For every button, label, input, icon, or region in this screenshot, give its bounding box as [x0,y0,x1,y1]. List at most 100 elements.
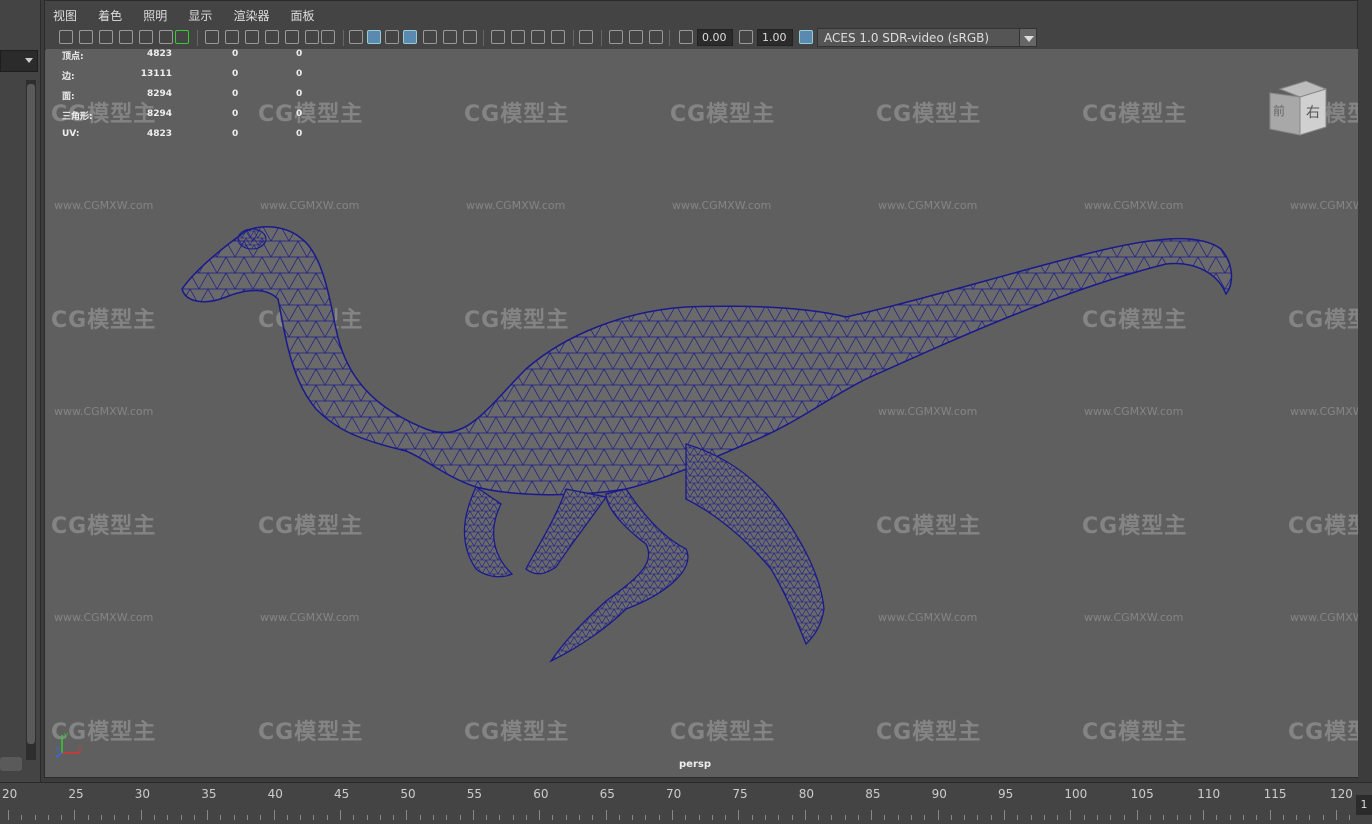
wireframe-icon[interactable] [349,30,363,44]
menu-view[interactable]: 视图 [45,1,85,24]
timeline-tick-label: 115 [1263,787,1287,801]
timeline-tick [1096,815,1098,820]
timeline-tick [393,815,395,820]
gamma-icon[interactable] [739,30,753,44]
viewcube-right-label[interactable]: 右 [1306,105,1320,121]
film-gate-icon[interactable] [225,30,239,44]
camera-attributes-icon[interactable] [79,30,93,44]
timeline-tick-label: 105 [1130,787,1154,801]
timeline-tick [379,815,381,820]
timeline-tick [167,815,169,820]
separator [601,30,602,46]
timeline-tick [1203,810,1205,820]
depth-of-field-icon[interactable] [551,30,565,44]
timeline-tick [738,810,740,820]
exposure-field[interactable]: 0.00 [697,29,733,46]
timeline-tick-label: 100 [1064,787,1088,801]
gamma-field[interactable]: 1.00 [757,29,793,46]
safe-title-icon[interactable] [321,30,335,44]
timeline-tick [34,815,36,820]
timeline-tick [857,815,859,820]
chevron-down-icon[interactable] [1019,28,1037,47]
grease-pencil-icon[interactable] [159,30,173,44]
wireframe-on-shaded-icon[interactable] [403,30,417,44]
timeline-tick [658,815,660,820]
timeline-tick [74,810,76,820]
timeline-tick [1229,815,1231,820]
xray-icon[interactable] [609,30,623,44]
bookmark-icon[interactable] [99,30,113,44]
left-dropdown[interactable] [0,50,38,72]
timeline-tick-label: 30 [134,787,151,801]
camera-icon[interactable] [59,30,73,44]
left-scrollbar[interactable] [26,80,36,760]
timeline-tick [406,810,408,820]
shadows-icon[interactable] [463,30,477,44]
colorspace-select[interactable]: ACES 1.0 SDR-video (sRGB) [817,28,1037,47]
resolution-gate-icon[interactable] [245,30,259,44]
timeline-tick [1189,815,1191,820]
menu-lighting[interactable]: 照明 [135,1,175,24]
timeline-tick [140,810,142,820]
timeline-tick [751,815,753,820]
gate-mask-icon[interactable] [265,30,279,44]
timeline-tick [512,815,514,820]
timeline-tick [1256,815,1258,820]
motion-blur-icon[interactable] [511,30,525,44]
isolate-select-icon[interactable] [579,30,593,44]
smooth-shade-icon[interactable] [367,30,381,44]
timeline-tick [340,810,341,820]
menu-shading[interactable]: 着色 [90,1,130,24]
timeline-tick [924,815,926,820]
timeline-tick-label: 55 [466,787,483,801]
timeline-tick-label: 70 [666,787,682,801]
left-panel-handle[interactable] [0,757,22,771]
timeline-tick [100,815,102,820]
viewcube-front-label[interactable]: 前 [1273,103,1285,118]
menu-show[interactable]: 显示 [180,1,220,24]
2d-pan-zoom-icon[interactable] [139,30,153,44]
timeline-tick [353,815,355,820]
backface-culling-icon[interactable] [649,30,663,44]
separator [669,30,670,46]
hud-row-triangles: 三角形: 8294 0 0 [62,109,303,122]
textured-icon[interactable] [423,30,437,44]
timeline-tick [672,810,673,820]
timeline-tick-label: 40 [267,787,283,801]
menu-renderer[interactable]: 渲染器 [225,1,277,24]
timeline-tick [592,815,594,820]
time-slider[interactable]: 20 25 30 35 40 45 50 55 60 65 70 75 80 85 90 95 100 105 11… [0,782,1372,824]
field-chart-icon[interactable] [285,30,299,44]
ambient-occlusion-icon[interactable] [491,30,505,44]
hud-row-edges: 边: 13111 0 0 [62,69,303,82]
grid-icon[interactable] [205,30,219,44]
camera-label: persp [679,759,711,770]
timeline-tick [326,815,328,820]
timeline-tick [419,815,421,820]
current-frame-field[interactable]: 1 [1356,795,1372,815]
viewcube[interactable]: 前 右 [1268,79,1328,137]
menu-panels[interactable]: 面板 [283,1,323,24]
pencil-icon[interactable] [175,30,189,44]
timeline-tick [260,815,262,820]
timeline-tick-label: 90 [931,787,947,801]
image-plane-icon[interactable] [119,30,133,44]
timeline-tick [565,815,567,820]
color-management-icon[interactable] [799,30,813,44]
timeline-tick [525,815,527,820]
timeline-tick [1017,815,1019,820]
safe-action-icon[interactable] [305,30,319,44]
hud-row-vertices: 顶点: 4823 0 0 [62,49,303,62]
timeline-tick-label: 80 [798,787,815,801]
anti-aliasing-icon[interactable] [531,30,545,44]
exposure-icon[interactable] [679,30,693,44]
scrollbar-thumb[interactable] [27,84,35,744]
timeline-tick [1296,815,1298,820]
xray-joints-icon[interactable] [629,30,643,44]
3d-viewport[interactable]: CG模型主 CG模型主 CG模型主 CG模型主 CG模型主 CG模型主 CG模型… [46,49,1358,777]
timeline-tick [193,815,195,820]
separator [483,30,484,46]
default-material-icon[interactable] [385,30,399,44]
lights-icon[interactable] [443,30,457,44]
dinosaur-mesh[interactable] [46,49,1358,777]
